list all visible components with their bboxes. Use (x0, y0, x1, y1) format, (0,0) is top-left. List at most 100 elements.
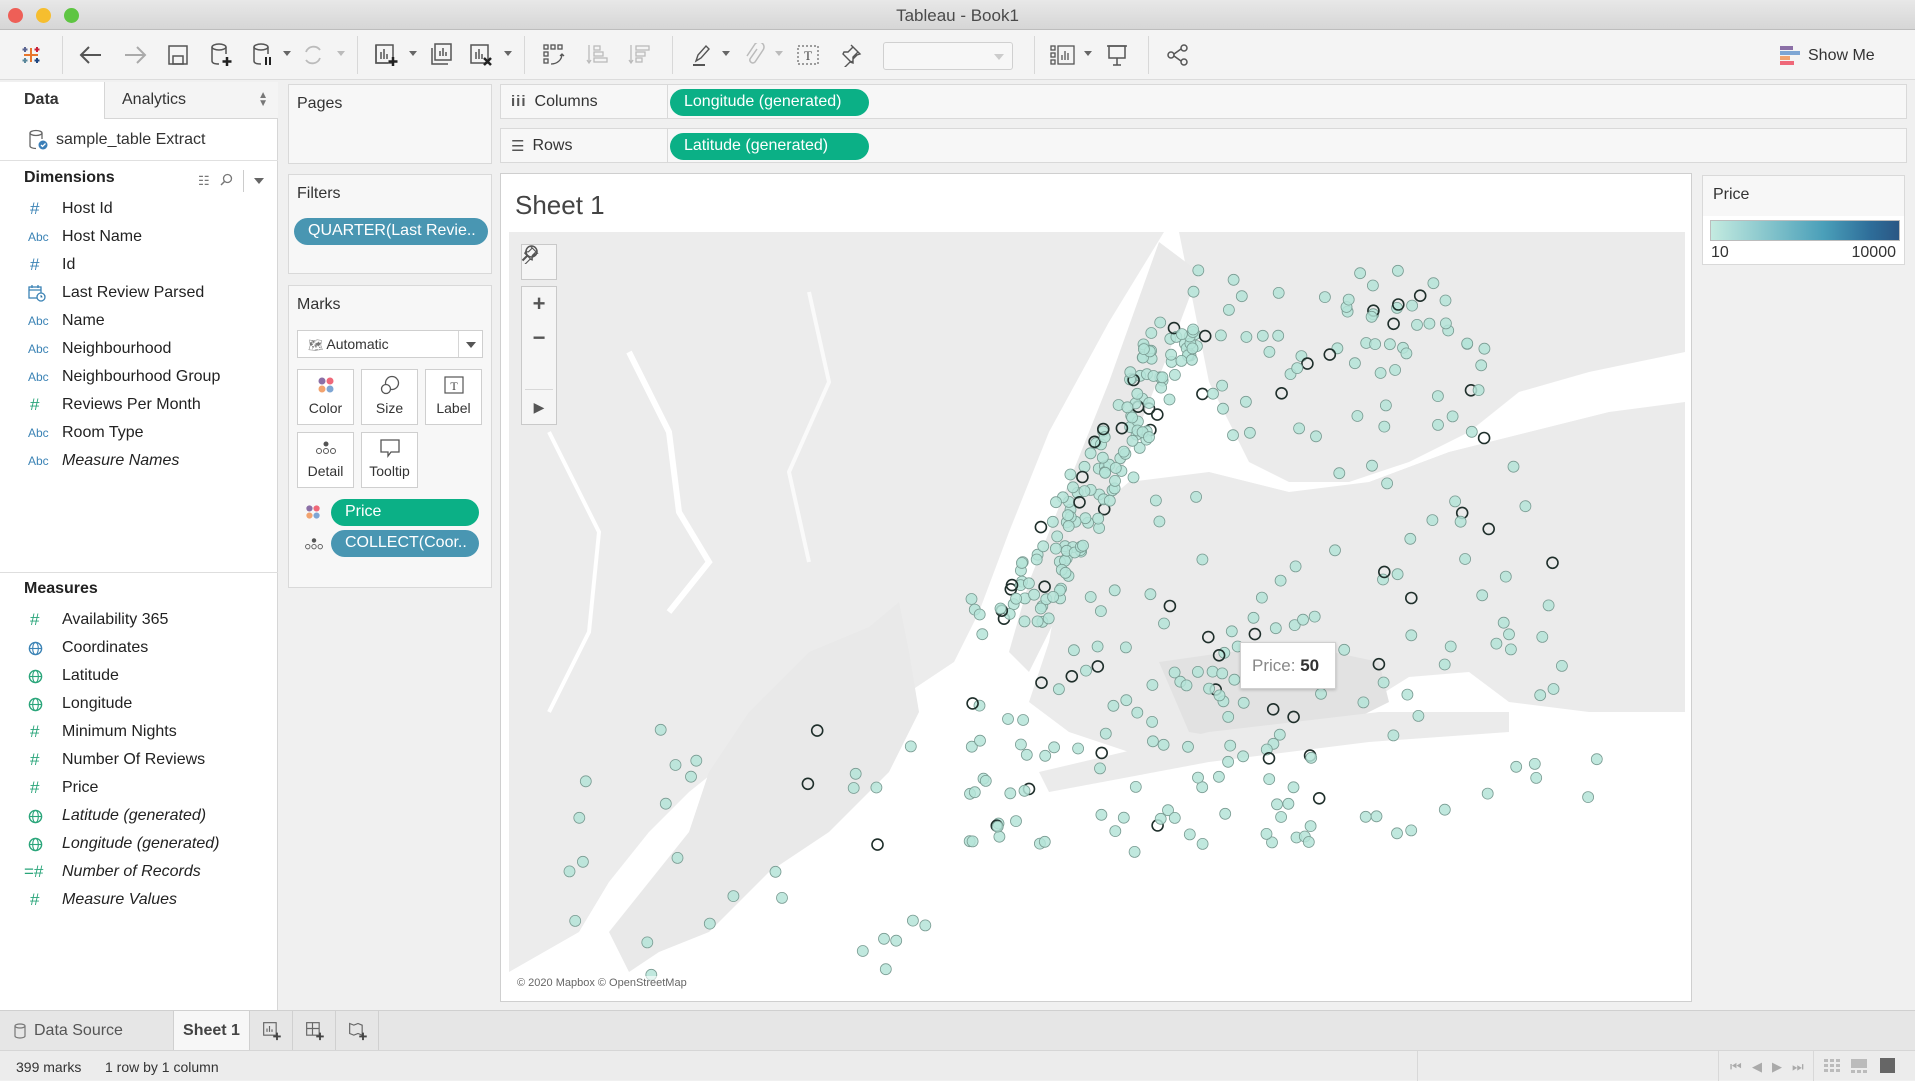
search-icon[interactable] (220, 173, 233, 189)
data-point-manhattan[interactable] (1078, 460, 1091, 473)
undo-icon[interactable] (78, 42, 104, 68)
data-point-bronx[interactable] (1411, 319, 1423, 331)
filters-shelf[interactable]: Filters QUARTER(Last Revie.. (288, 174, 492, 274)
data-point-brooklyn[interactable] (1047, 590, 1059, 603)
data-point-staten-island[interactable] (641, 936, 654, 949)
data-point-brooklyn[interactable] (1206, 665, 1219, 678)
pause-updates-icon[interactable] (250, 42, 276, 68)
pause-updates-dropdown[interactable] (283, 51, 291, 56)
data-point-bronx[interactable] (1217, 402, 1229, 415)
data-point-brooklyn[interactable] (1095, 808, 1108, 821)
data-point-manhattan[interactable] (1175, 354, 1188, 367)
data-point-staten-island[interactable] (906, 914, 919, 927)
data-point-manhattan[interactable] (1084, 447, 1097, 460)
data-point-staten-island[interactable] (849, 767, 862, 780)
data-point-queens[interactable] (1391, 827, 1403, 840)
show-cards-icon[interactable] (1050, 42, 1076, 68)
data-point-manhattan[interactable] (1169, 368, 1181, 381)
data-point-manhattan[interactable] (1067, 481, 1079, 494)
data-point-staten-island[interactable] (769, 865, 782, 878)
data-point-bronx[interactable] (1351, 410, 1364, 422)
data-point-brooklyn[interactable] (974, 734, 986, 747)
data-point-bronx[interactable] (1216, 379, 1228, 392)
price-color-legend[interactable]: Price 10 10000 (1702, 175, 1905, 265)
data-point-brooklyn[interactable] (1302, 836, 1315, 848)
data-point-queens[interactable] (1499, 570, 1512, 583)
highlight-icon[interactable] (689, 42, 715, 68)
data-point-manhattan[interactable] (1077, 539, 1089, 552)
show-mark-labels-icon[interactable]: T (795, 42, 821, 68)
group-members-icon[interactable] (741, 42, 767, 68)
data-point-queens[interactable] (1542, 599, 1555, 612)
field-measure-values[interactable]: # Measure Values (0, 886, 278, 914)
data-point-staten-island[interactable] (919, 919, 932, 932)
data-point-brooklyn[interactable] (1269, 622, 1282, 635)
data-point-manhattan[interactable] (1016, 557, 1028, 569)
data-point-brooklyn[interactable] (1017, 714, 1029, 726)
data-point-manhattan[interactable] (1154, 316, 1167, 329)
data-point-brooklyn[interactable] (1144, 588, 1157, 601)
field-name[interactable]: Abc Name (0, 307, 278, 335)
data-point-brooklyn[interactable] (1053, 683, 1065, 696)
data-point-brooklyn[interactable] (1018, 784, 1031, 797)
field-room-type[interactable]: Abc Room Type (0, 419, 278, 447)
data-point-brooklyn[interactable] (1196, 838, 1209, 850)
data-point-staten-island[interactable] (904, 740, 917, 753)
data-point-queens[interactable] (1196, 553, 1209, 566)
data-point-brooklyn[interactable] (1028, 588, 1040, 601)
data-point-manhattan[interactable] (1051, 530, 1064, 543)
data-point-queens[interactable] (1528, 758, 1541, 770)
data-point-bronx[interactable] (1291, 362, 1304, 375)
data-point-staten-island[interactable] (577, 855, 589, 868)
data-point-queens[interactable] (1357, 696, 1370, 709)
data-point-brooklyn[interactable] (1203, 682, 1215, 695)
data-point-brooklyn[interactable] (1213, 689, 1226, 702)
data-point-manhattan[interactable] (1092, 512, 1105, 525)
data-point-brooklyn[interactable] (1091, 640, 1104, 653)
data-point-brooklyn[interactable] (1275, 811, 1287, 823)
fit-dropdown[interactable] (883, 42, 1013, 70)
data-point-manhattan[interactable] (1176, 328, 1188, 340)
filter-pill-quarter-last-review[interactable]: QUARTER(Last Revie.. (294, 218, 488, 245)
data-point-bronx[interactable] (1192, 264, 1205, 277)
data-point-brooklyn[interactable] (1315, 687, 1327, 700)
data-point-bronx[interactable] (1432, 418, 1444, 431)
data-point-brooklyn[interactable] (1222, 710, 1235, 723)
data-point-bronx[interactable] (1342, 293, 1355, 306)
field-last-review-parsed[interactable]: Last Review Parsed (0, 279, 278, 307)
data-point-brooklyn[interactable] (1039, 749, 1052, 762)
data-point-bronx[interactable] (1310, 430, 1322, 443)
refresh-icon[interactable] (300, 42, 326, 68)
data-point-queens[interactable] (1370, 810, 1383, 823)
data-point-queens[interactable] (1481, 787, 1494, 800)
data-point-brooklyn[interactable] (1271, 798, 1283, 811)
show-tabs-button[interactable] (1880, 1058, 1895, 1076)
data-point-brooklyn[interactable] (1131, 706, 1144, 719)
data-point-bronx[interactable] (1256, 329, 1269, 342)
data-point-manhattan[interactable] (1109, 462, 1122, 474)
data-point-brooklyn[interactable] (1109, 825, 1122, 837)
data-point-brooklyn[interactable] (1048, 741, 1060, 754)
data-point-queens[interactable] (1401, 688, 1414, 701)
data-point-queens[interactable] (1476, 589, 1489, 602)
data-point-queens[interactable] (1190, 490, 1202, 503)
data-point-queens[interactable] (1219, 807, 1232, 820)
data-point-queens[interactable] (1387, 729, 1400, 742)
data-point-manhattan[interactable] (994, 602, 1007, 615)
data-point-brooklyn[interactable] (1020, 748, 1033, 761)
data-point-queens[interactable] (1391, 568, 1404, 581)
data-point-bronx[interactable] (1423, 317, 1436, 330)
next-sheet-button[interactable]: ▶ (1772, 1059, 1782, 1075)
data-point-bronx[interactable] (1215, 329, 1227, 342)
size-button[interactable]: Size (361, 369, 418, 425)
data-point-staten-island[interactable] (669, 759, 682, 771)
tab-analytics[interactable]: Analytics ▲ ▼ (104, 82, 278, 119)
show-me-button[interactable]: Show Me (1780, 44, 1875, 68)
data-point-manhattan[interactable] (1096, 451, 1109, 464)
data-point-brooklyn[interactable] (1014, 738, 1027, 751)
data-point-manhattan[interactable] (1186, 353, 1198, 366)
data-point-brooklyn[interactable] (1095, 605, 1107, 618)
data-point-brooklyn[interactable] (1154, 812, 1167, 825)
data-point-staten-island[interactable] (579, 775, 592, 788)
field-id[interactable]: # Id (0, 251, 278, 279)
